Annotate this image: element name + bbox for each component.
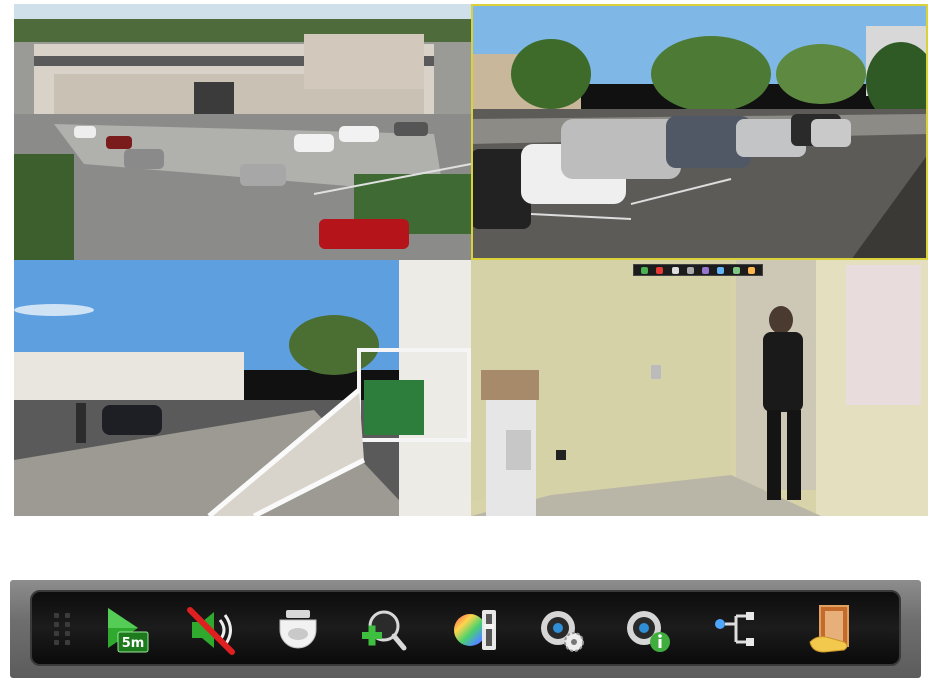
camera-settings-button[interactable]: [532, 602, 592, 658]
playback-label: 5m: [122, 636, 145, 651]
channel-switch-button[interactable]: [704, 602, 764, 658]
digital-zoom-button[interactable]: [352, 602, 412, 658]
ptz-dome-camera-icon: [279, 610, 317, 649]
camera-toolbar: 5m: [30, 590, 901, 666]
toolbar-frame: 5m: [10, 580, 921, 678]
mute-button[interactable]: [182, 602, 242, 658]
digital-zoom-icon: [362, 610, 407, 651]
exit-icon: [809, 605, 849, 653]
camera-view-4[interactable]: [471, 260, 928, 516]
ptz-control-button[interactable]: [268, 602, 328, 658]
playback-button[interactable]: 5m: [96, 602, 156, 658]
camera-view-1[interactable]: [14, 4, 471, 260]
camera-info-button[interactable]: [618, 602, 678, 658]
camera-settings-icon: [541, 611, 584, 652]
camera-view-2[interactable]: [471, 4, 928, 260]
image-color-button[interactable]: [446, 602, 506, 658]
image-color-adjust-icon: [454, 610, 496, 650]
camera-overlay-toolbar[interactable]: [633, 264, 763, 276]
camera-grid: [14, 4, 928, 516]
exit-button[interactable]: [802, 602, 862, 658]
channel-switch-icon: [715, 612, 754, 646]
camera-view-3[interactable]: [14, 260, 471, 516]
camera-info-icon: [627, 611, 670, 652]
playback-icon: 5m: [108, 608, 149, 653]
mute-icon: [187, 607, 235, 655]
drag-handle[interactable]: [54, 610, 74, 648]
